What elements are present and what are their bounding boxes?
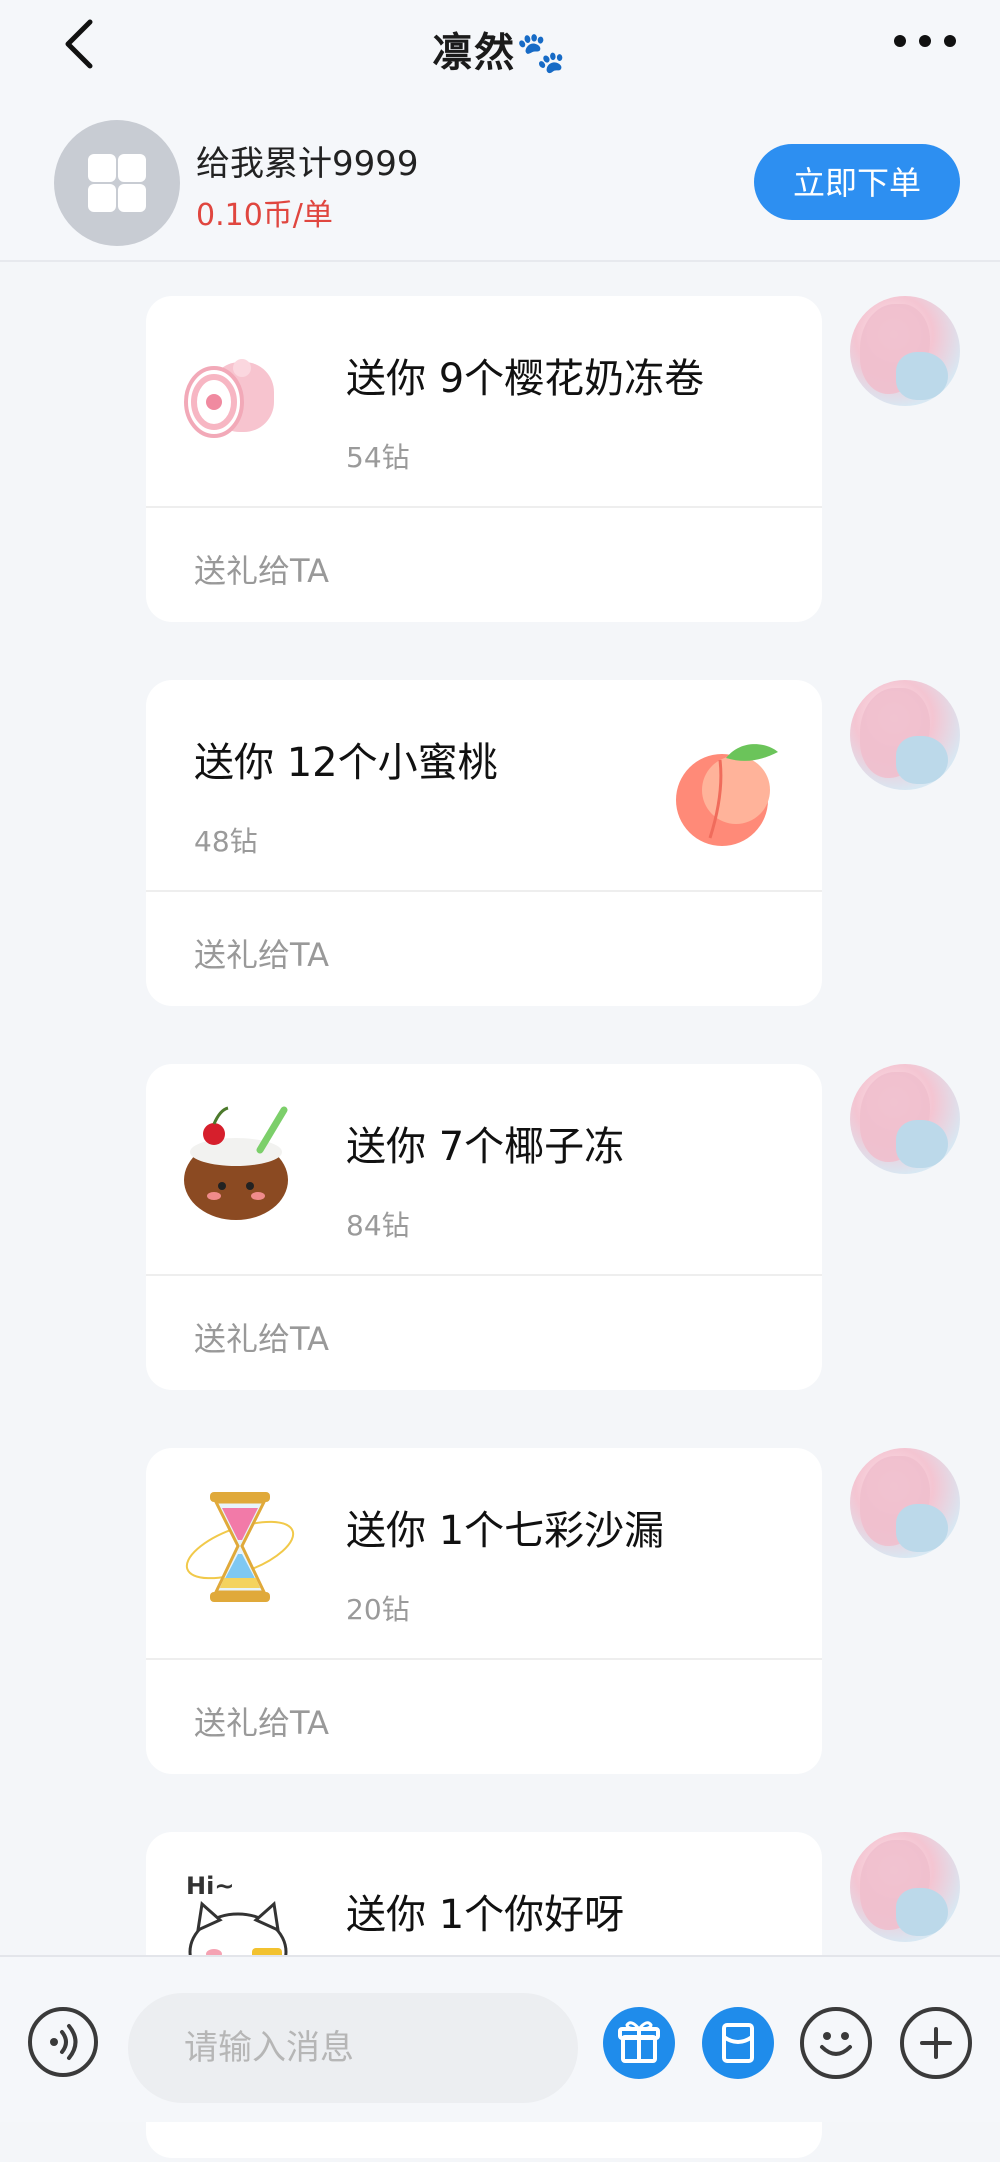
chat-header: 凛然🐾 给我累计9999 0.10币/单 立即下单 <box>0 0 1000 262</box>
order-now-button[interactable]: 立即下单 <box>754 144 960 220</box>
sender-avatar[interactable] <box>850 1448 960 1558</box>
gift-title: 送你 9个樱花奶冻卷 <box>346 356 705 402</box>
apps-grid-icon <box>54 120 180 246</box>
more-horizontal-icon <box>894 35 956 47</box>
gift-price: 54钻 <box>346 441 410 474</box>
gift-card[interactable]: 送你 12个小蜜桃 48钻 送礼给TA <box>146 680 822 1006</box>
gift-price: 84钻 <box>346 1209 410 1242</box>
sender-avatar[interactable] <box>850 1832 960 1942</box>
sticker-text: Hi~ <box>186 1872 234 1900</box>
order-bar: 给我累计9999 0.10币/单 立即下单 <box>0 110 1000 260</box>
sender-avatar[interactable] <box>850 1064 960 1174</box>
gift-message: 送你 1个七彩沙漏 20钻 送礼给TA <box>0 1448 1000 1778</box>
voice-button[interactable] <box>28 2007 98 2077</box>
gift-title: 送你 1个七彩沙漏 <box>346 1508 665 1554</box>
send-gift-link[interactable]: 送礼给TA <box>194 1314 329 1360</box>
gift-button[interactable] <box>603 2007 675 2079</box>
gift-message: 送你 7个椰子冻 84钻 送礼给TA <box>0 1064 1000 1394</box>
send-gift-link[interactable]: 送礼给TA <box>194 546 329 592</box>
chat-input-bar <box>0 1955 1000 2122</box>
gift-title: 送你 12个小蜜桃 <box>194 740 498 786</box>
sender-avatar[interactable] <box>850 296 960 406</box>
gift-card[interactable]: 送你 7个椰子冻 84钻 送礼给TA <box>146 1064 822 1390</box>
plus-icon <box>920 2027 952 2059</box>
peach-icon <box>676 744 778 846</box>
order-name: 给我累计9999 <box>196 144 419 184</box>
send-gift-link[interactable]: 送礼给TA <box>194 1698 329 1744</box>
red-packet-button[interactable] <box>702 2007 774 2079</box>
gift-title: 送你 7个椰子冻 <box>346 1124 625 1170</box>
message-input[interactable] <box>128 1993 578 2103</box>
gift-message: 送你 12个小蜜桃 48钻 送礼给TA <box>0 680 1000 1010</box>
gift-icon <box>618 2021 660 2063</box>
coconut-drink-icon <box>184 1106 288 1220</box>
order-price: 0.10币/单 <box>196 198 333 233</box>
card-divider <box>146 506 822 508</box>
send-gift-link[interactable]: 送礼给TA <box>194 930 329 976</box>
red-packet-icon <box>722 2023 754 2063</box>
sender-avatar[interactable] <box>850 680 960 790</box>
voice-icon <box>50 2024 78 2060</box>
card-divider <box>146 1658 822 1660</box>
emoji-icon <box>820 2032 852 2056</box>
sakura-roll-cake-icon <box>184 359 274 438</box>
gift-card[interactable]: 送你 1个七彩沙漏 20钻 送礼给TA <box>146 1448 822 1774</box>
gift-price: 20钻 <box>346 1593 410 1626</box>
gift-message: 送你 9个樱花奶冻卷 54钻 送礼给TA <box>0 296 1000 626</box>
rainbow-hourglass-icon <box>185 1492 295 1602</box>
gift-card[interactable]: 送你 9个樱花奶冻卷 54钻 送礼给TA <box>146 296 822 622</box>
card-divider <box>146 890 822 892</box>
plus-button[interactable] <box>900 2007 972 2079</box>
more-button[interactable] <box>890 26 960 56</box>
chat-title: 凛然🐾 <box>432 30 568 76</box>
emoji-button[interactable] <box>800 2007 872 2079</box>
gift-title: 送你 1个你好呀 <box>346 1892 625 1938</box>
card-divider <box>146 1274 822 1276</box>
gift-price: 48钻 <box>194 825 258 858</box>
